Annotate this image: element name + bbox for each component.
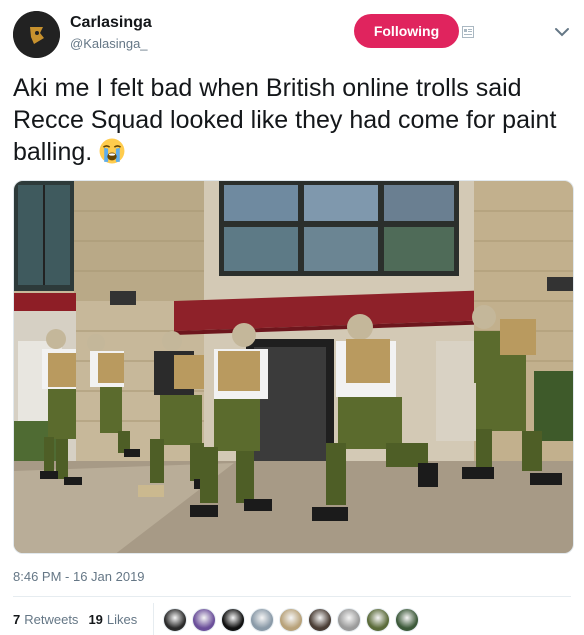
- tweet-stats: 7 Retweets 19 Likes: [13, 612, 137, 627]
- avatar-image: [13, 11, 60, 58]
- user-handle[interactable]: @Kalasinga_: [70, 36, 148, 51]
- liker-avatar-8[interactable]: [366, 608, 390, 632]
- retweets-stat[interactable]: 7 Retweets: [13, 612, 78, 627]
- liker-avatar-2[interactable]: [192, 608, 216, 632]
- liker-avatars: [163, 608, 424, 632]
- loudly-crying-face-icon: [99, 138, 125, 164]
- retweets-label: Retweets: [24, 612, 79, 627]
- soldiers-photo: [14, 181, 573, 553]
- chevron-down-icon[interactable]: [554, 26, 570, 38]
- liker-avatar-5[interactable]: [279, 608, 303, 632]
- liker-avatar-7[interactable]: [337, 608, 361, 632]
- divider: [13, 596, 571, 597]
- user-name[interactable]: Carlasinga: [70, 14, 152, 32]
- liker-avatar-4[interactable]: [250, 608, 274, 632]
- likes-stat[interactable]: 19 Likes: [88, 612, 137, 627]
- tweet-text: Aki me I felt bad when British online tr…: [13, 72, 573, 168]
- liker-avatar-9[interactable]: [395, 608, 419, 632]
- tweet-photo[interactable]: [13, 180, 574, 554]
- likes-label: Likes: [106, 612, 138, 627]
- avatar[interactable]: [13, 11, 60, 58]
- tweet-body: Aki me I felt bad when British online tr…: [13, 74, 557, 166]
- following-button[interactable]: Following: [354, 14, 459, 48]
- liker-avatar-3[interactable]: [221, 608, 245, 632]
- liker-avatar-1[interactable]: [163, 608, 187, 632]
- profile-card-icon[interactable]: [462, 26, 474, 38]
- liker-avatar-6[interactable]: [308, 608, 332, 632]
- stats-separator: [153, 603, 154, 635]
- likes-count: 19: [88, 612, 103, 627]
- tweet-timestamp[interactable]: 8:46 PM - 16 Jan 2019: [13, 569, 145, 584]
- retweets-count: 7: [13, 612, 21, 627]
- tweet-header: Carlasinga @Kalasinga_ Following: [0, 0, 584, 66]
